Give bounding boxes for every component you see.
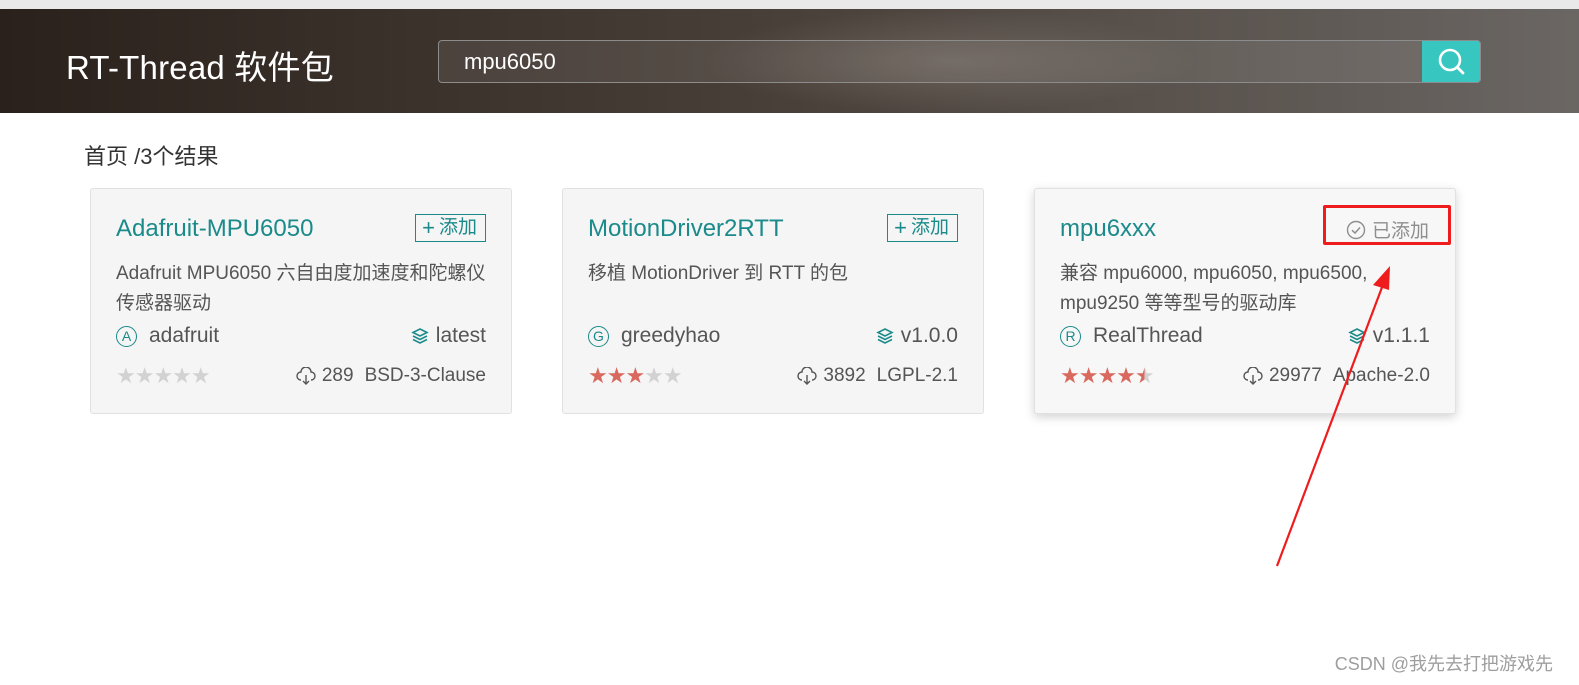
package-stats: 3892 LGPL-2.1 [797, 365, 958, 387]
search-input[interactable] [439, 41, 1423, 82]
package-author[interactable]: A adafruit [116, 324, 219, 348]
package-stats: 29977 Apache-2.0 [1243, 365, 1430, 387]
author-avatar-icon: A [116, 325, 137, 347]
package-card: MotionDriver2RTT + 添加 移植 MotionDriver 到 … [562, 188, 984, 414]
plus-icon: + [894, 215, 907, 240]
annotation-highlight-box [1323, 205, 1451, 245]
package-version: v1.1.1 [1347, 324, 1430, 348]
package-version: v1.0.0 [875, 324, 958, 348]
license-label: LGPL-2.1 [876, 365, 958, 386]
package-description: 兼容 mpu6000, mpu6050, mpu6500, mpu9250 等等… [1060, 263, 1368, 314]
author-avatar-icon: R [1060, 325, 1081, 347]
site-header: RT-Thread 软件包 [0, 9, 1579, 113]
package-title[interactable]: Adafruit-MPU6050 [116, 215, 313, 243]
layers-icon [875, 328, 894, 344]
download-count: 29977 [1268, 365, 1322, 386]
package-description: Adafruit MPU6050 六自由度加速度和陀螺仪传感器驱动 [116, 263, 486, 314]
package-version: latest [411, 324, 486, 348]
add-button-label: 添加 [438, 217, 477, 238]
package-title[interactable]: MotionDriver2RTT [588, 215, 784, 243]
download-count: 3892 [823, 365, 866, 386]
breadcrumb: 首页 /3个结果 [84, 144, 219, 169]
license-label: BSD-3-Clause [364, 365, 486, 386]
download-icon [296, 367, 316, 385]
search-bar [438, 40, 1481, 83]
plus-icon: + [422, 215, 435, 240]
package-author[interactable]: G greedyhao [588, 324, 720, 348]
package-description: 移植 MotionDriver 到 RTT 的包 [588, 263, 849, 284]
layers-icon [1347, 328, 1366, 344]
add-package-button[interactable]: + 添加 [415, 214, 486, 242]
author-avatar-icon: G [588, 325, 609, 347]
download-icon [1243, 367, 1263, 385]
add-button-label: 添加 [910, 217, 949, 238]
package-author[interactable]: R RealThread [1060, 324, 1203, 348]
layers-icon [411, 328, 429, 344]
author-name: adafruit [149, 324, 220, 347]
version-label: v1.1.1 [1372, 324, 1430, 347]
rating-stars: ★★★★★ [1060, 363, 1155, 388]
author-name: RealThread [1093, 324, 1203, 347]
package-title[interactable]: mpu6xxx [1060, 215, 1156, 243]
version-label: latest [435, 324, 486, 347]
watermark: CSDN @我先去打把游戏先 [1334, 654, 1553, 674]
site-title[interactable]: RT-Thread 软件包 [66, 41, 334, 89]
package-card: Adafruit-MPU6050 + 添加 Adafruit MPU6050 六… [90, 188, 512, 414]
add-package-button[interactable]: + 添加 [887, 214, 958, 242]
browser-top-strip [0, 0, 1579, 9]
search-button[interactable] [1422, 41, 1480, 82]
rating-stars: ★★★★★ [116, 363, 211, 388]
author-name: greedyhao [621, 324, 721, 347]
download-count: 289 [321, 365, 354, 386]
package-stats: 289 BSD-3-Clause [296, 365, 486, 387]
rating-stars: ★★★★★ [588, 363, 683, 388]
search-icon [1438, 48, 1465, 74]
download-icon [797, 367, 818, 385]
license-label: Apache-2.0 [1332, 365, 1430, 386]
version-label: v1.0.0 [900, 324, 958, 347]
